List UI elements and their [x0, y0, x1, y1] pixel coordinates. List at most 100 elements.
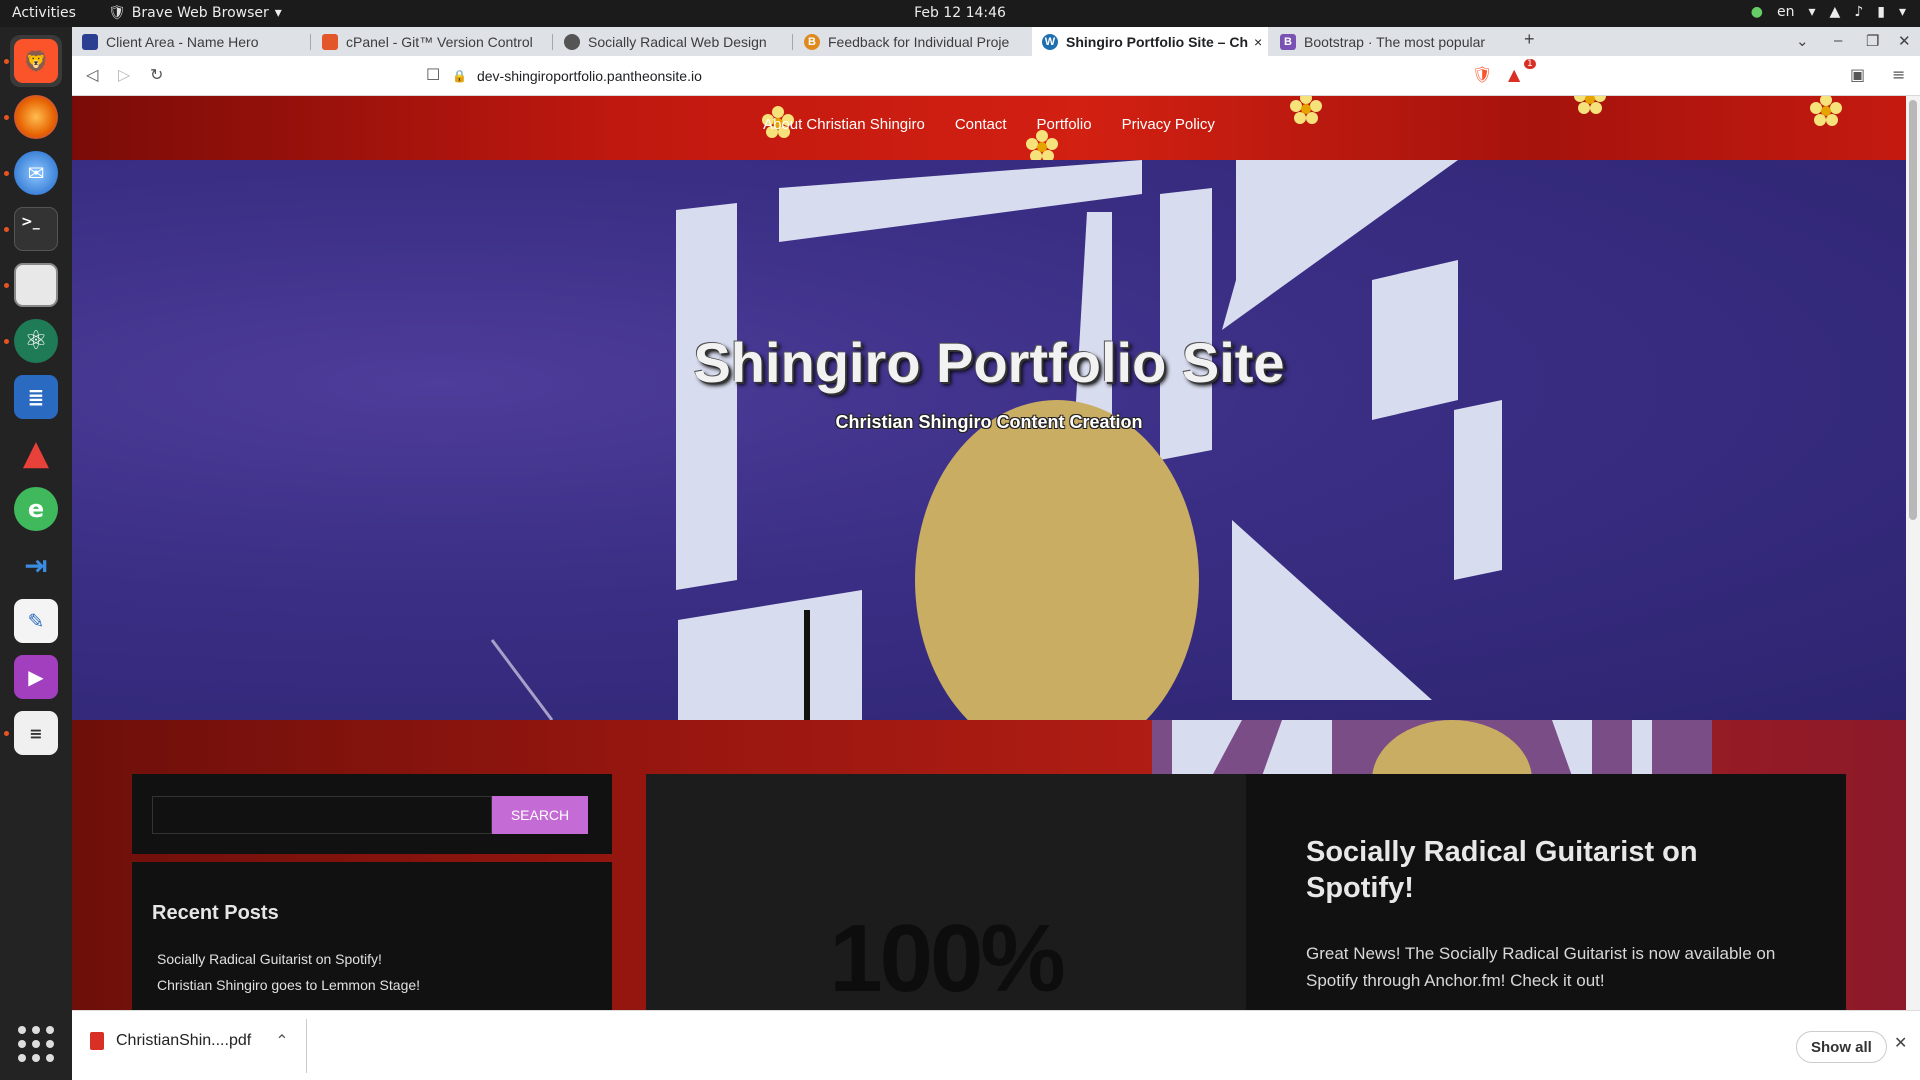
tab-feedback[interactable]: B Feedback for Individual Proje [794, 27, 1030, 56]
running-indicator [4, 283, 9, 288]
favicon-icon [82, 33, 98, 50]
scrollbar-thumb[interactable] [1909, 100, 1917, 520]
dock-viewer[interactable]: ≡ [10, 707, 62, 759]
language-indicator[interactable]: en [1777, 4, 1795, 20]
web-page: About Christian Shingiro Contact Portfol… [72, 96, 1906, 1010]
close-window-icon[interactable]: ✕ [1898, 32, 1911, 50]
glasses-icon: ≡ [14, 711, 58, 755]
triangle-app-icon: ▲ [22, 433, 50, 473]
running-indicator [4, 115, 9, 120]
back-icon[interactable]: ◁ [86, 65, 98, 84]
pencil-icon: ✎ [14, 599, 58, 643]
menu-icon[interactable]: ≡ [1892, 65, 1905, 84]
arrow-app-icon: ⇥ [24, 548, 48, 582]
featured-image-text: 100% [829, 905, 1066, 1010]
address-bar[interactable]: 🔒 dev-shingiroportfolio.pantheonsite.io [452, 62, 1557, 90]
lock-icon[interactable]: 🔒 [452, 69, 467, 83]
firefox-icon [14, 95, 58, 139]
tab-divider [310, 34, 311, 50]
recent-posts-widget: Recent Posts Socially Radical Guitarist … [132, 862, 612, 1010]
nav-link-portfolio[interactable]: Portfolio [1037, 116, 1092, 133]
tab-label: Bootstrap · The most popular [1304, 33, 1486, 50]
dock-app-red[interactable]: ▲ [10, 427, 62, 479]
hero-background-image [490, 160, 1502, 720]
chevron-up-icon[interactable]: ⌃ [275, 1031, 288, 1051]
background-image-strip [1152, 720, 1712, 776]
tab-search-icon[interactable]: ⌄ [1796, 32, 1809, 50]
dock-text-editor[interactable]: ✎ [10, 595, 62, 647]
tab-divider [792, 34, 793, 50]
wallet-icon[interactable]: ▣ [1850, 65, 1865, 84]
tab-shingiro-portfolio[interactable]: W Shingiro Portfolio Site – Ch × [1032, 27, 1268, 56]
dock-terminal[interactable]: >_ [10, 203, 62, 255]
browser-toolbar: ◁ ▷ ↻ ☐ 🔒 dev-shingiroportfolio.pantheon… [72, 56, 1920, 96]
dock-brave[interactable]: 🦁 [10, 35, 62, 87]
post-card: Socially Radical Guitarist on Spotify! G… [1246, 774, 1846, 1010]
nav-link-about[interactable]: About Christian Shingiro [763, 116, 925, 133]
favicon-icon: B [804, 33, 820, 50]
dock-writer[interactable]: ≣ [10, 371, 62, 423]
dock-app-blue[interactable]: ⇥ [10, 539, 62, 591]
running-indicator [4, 171, 9, 176]
tab-bootstrap[interactable]: B Bootstrap · The most popular [1270, 27, 1504, 56]
tab-client-area[interactable]: Client Area - Name Hero [72, 27, 308, 56]
dock-firefox[interactable] [10, 91, 62, 143]
flower-decoration [1574, 96, 1606, 114]
play-icon: ▶ [14, 655, 58, 699]
running-indicator [4, 339, 9, 344]
system-top-bar: Activities 🛡 Brave Web Browser ▾ Feb 12 … [0, 0, 1920, 27]
recent-posts-list: Socially Radical Guitarist on Spotify! C… [157, 946, 420, 998]
site-title[interactable]: Shingiro Portfolio Site [72, 330, 1906, 395]
running-indicator [4, 731, 9, 736]
recent-post-link[interactable]: Christian Shingiro goes to Lemmon Stage! [157, 972, 420, 998]
thunderbird-icon: ✉ [14, 151, 58, 195]
nav-link-contact[interactable]: Contact [955, 116, 1007, 133]
browser-window: Client Area - Name Hero cPanel - Git™ Ve… [72, 27, 1920, 1080]
site-navigation: About Christian Shingiro Contact Portfol… [72, 96, 1906, 162]
dock-atom[interactable]: ⚛ [10, 315, 62, 367]
download-filename[interactable]: ChristianShin....pdf [116, 1032, 251, 1050]
shield-status-icon: ● [1750, 4, 1763, 20]
show-applications-button[interactable] [18, 1026, 54, 1062]
minimize-icon[interactable]: – [1834, 32, 1842, 49]
close-tab-icon[interactable]: × [1254, 34, 1262, 50]
atom-icon: ⚛ [14, 319, 58, 363]
new-tab-button[interactable]: + [1524, 29, 1535, 50]
tab-socially-radical[interactable]: Socially Radical Web Design [554, 27, 790, 56]
show-all-button[interactable]: Show all [1796, 1031, 1887, 1063]
post-excerpt: Great News! The Socially Radical Guitari… [1306, 944, 1776, 990]
dock-files[interactable] [10, 259, 62, 311]
dock-media-player[interactable]: ▶ [10, 651, 62, 703]
search-button[interactable]: SEARCH [492, 796, 588, 834]
brave-rewards-icon[interactable]: ▲ [1508, 65, 1520, 84]
dock-thunderbird[interactable]: ✉ [10, 147, 62, 199]
forward-icon[interactable]: ▷ [118, 65, 130, 84]
running-indicator [4, 59, 9, 64]
post-featured-image[interactable]: 100% [646, 774, 1246, 1010]
recent-post-link[interactable]: Socially Radical Guitarist on Spotify! [157, 946, 420, 972]
bookmark-icon[interactable]: ☐ [426, 65, 440, 84]
clock[interactable]: Feb 12 14:46 [0, 5, 1920, 21]
download-divider [306, 1019, 307, 1073]
terminal-icon: >_ [14, 207, 58, 251]
system-tray[interactable]: ● en ▾ ▲ ♪ ▮ ▾ [1751, 4, 1906, 20]
document-icon: ≣ [14, 375, 58, 419]
restore-icon[interactable]: ❐ [1866, 32, 1879, 50]
search-input[interactable] [152, 796, 492, 834]
brave-shields-icon[interactable]: 🛡 [1472, 65, 1492, 84]
url-text[interactable]: dev-shingiroportfolio.pantheonsite.io [477, 68, 702, 84]
close-download-shelf-icon[interactable]: ✕ [1894, 1033, 1907, 1053]
post-title[interactable]: Socially Radical Guitarist on Spotify! [1306, 834, 1776, 906]
tab-cpanel-git[interactable]: cPanel - Git™ Version Control [312, 27, 550, 56]
reload-icon[interactable]: ↻ [150, 65, 163, 84]
download-item[interactable]: ChristianShin....pdf ⌃ [90, 1031, 289, 1051]
nav-link-privacy[interactable]: Privacy Policy [1122, 116, 1215, 133]
battery-icon: ▮ [1877, 4, 1885, 20]
page-scrollbar[interactable] [1906, 96, 1920, 1010]
chevron-down-icon: ▾ [1808, 4, 1816, 20]
search-widget: SEARCH [132, 774, 612, 854]
files-icon [14, 263, 58, 307]
dock-etcher[interactable]: e [10, 483, 62, 535]
rewards-badge: 1 [1524, 59, 1536, 69]
tab-label: Shingiro Portfolio Site – Ch [1066, 33, 1248, 50]
